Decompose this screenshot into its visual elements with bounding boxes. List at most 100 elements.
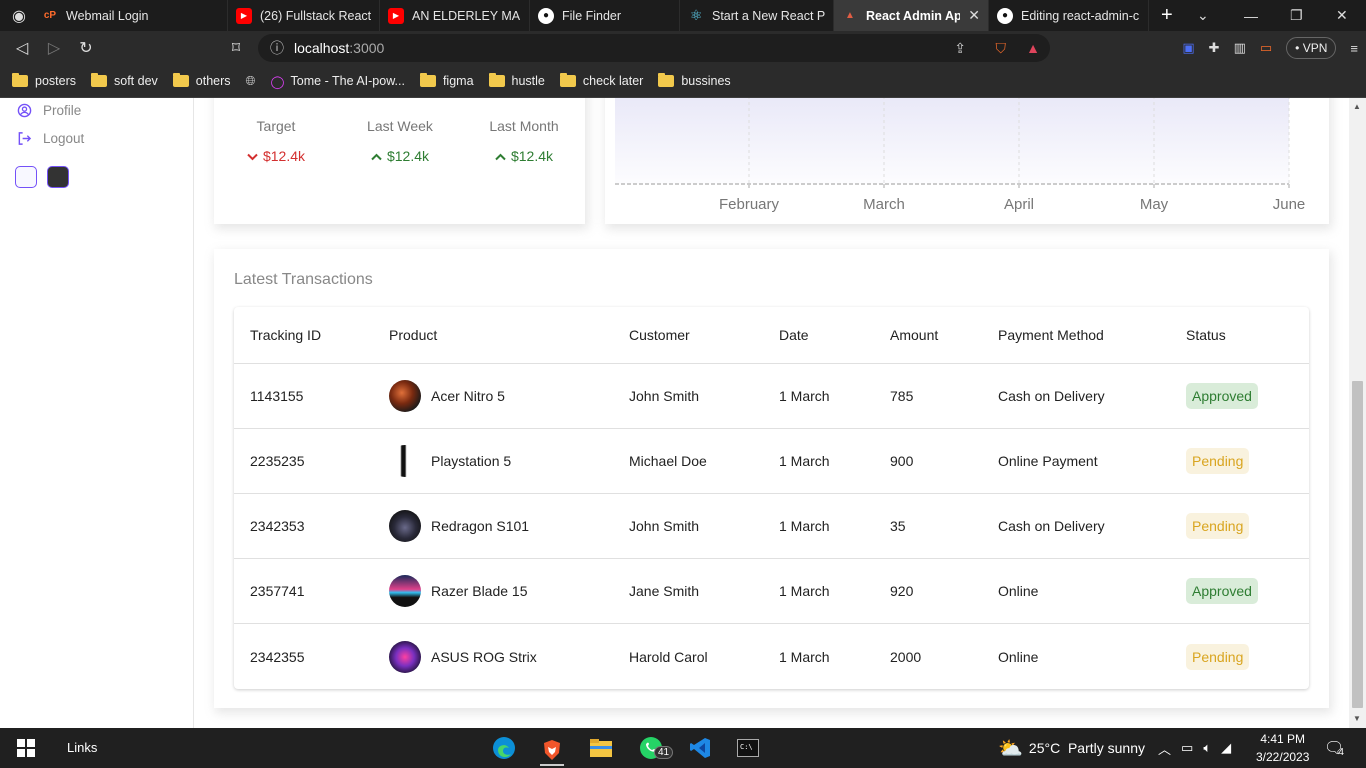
featured-card: Target $12.4k Last Week $12.4k Last Month $12… [214,98,585,224]
scroll-down-icon[interactable]: ▼ [1353,714,1361,723]
status-cell: Pending [1186,429,1250,493]
scroll-thumb[interactable] [1352,381,1363,708]
close-tab-icon[interactable]: ✕ [968,7,980,24]
bookmark-item[interactable]: posters [12,73,76,88]
summary-value: $12.4k [462,148,586,164]
volume-icon[interactable]: 🔈︎ [1203,740,1211,756]
extensions-icon[interactable]: ✚ [1209,40,1220,56]
terminal-icon[interactable]: C:\ [736,736,760,760]
summary-title: Last Month [489,118,559,134]
edge-icon[interactable] [492,736,516,760]
dark-theme-option[interactable] [47,166,69,188]
windows-start-icon[interactable] [14,736,38,760]
date-cell: 1 March [779,583,830,599]
product-name: Acer Nitro 5 [431,388,505,404]
summary-item: Last Month $12.4k [462,118,586,164]
browser-tab[interactable]: ● Editing react-admin-c [989,0,1149,31]
browser-tab[interactable]: ● File Finder [530,0,680,31]
clock[interactable]: 4:41 PM 3/22/2023 [1256,728,1309,768]
tab-label: Webmail Login [66,8,149,23]
bookmark-item[interactable]: 🌐︎ [246,74,256,89]
vscode-icon[interactable] [688,736,712,760]
summary-row: Target $12.4k Last Week $12.4k Last Month $12… [214,118,586,164]
show-hidden-icons-icon[interactable]: ︿ [1158,739,1171,758]
browser-tab[interactable]: cP Webmail Login [38,0,228,31]
product-name: Razer Blade 15 [431,583,528,599]
chevron-down-icon [247,148,258,164]
brave-menu-icon[interactable]: ◉ [0,2,38,30]
product-image [389,640,421,673]
product-cell: Acer Nitro 5 [389,364,505,428]
summary-amount: $12.4k [386,148,430,164]
bookmark-label: bussines [681,74,731,88]
site-info-icon[interactable]: ⓘ [270,38,284,58]
bookmark-item[interactable]: ◯ Tome - The AI-pow... [271,74,405,89]
sidebar-item-profile[interactable]: Profile [16,102,81,118]
status-badge: Approved [1186,578,1258,604]
sidebar-icon[interactable]: ▥ [1234,40,1246,56]
menu-icon[interactable]: ≡ [1350,41,1358,56]
react-icon: ⚛ [689,7,703,23]
summary-title: Target [256,118,296,134]
whatsapp-icon[interactable]: 41 [639,736,674,760]
globe-icon: 🌐︎ [245,73,256,88]
amount-cell: 920 [890,583,914,599]
sidebar-item-logout[interactable]: Logout [16,130,84,146]
tab-search-icon[interactable]: ⌄ [1197,0,1209,31]
bookmark-icon[interactable]: ⌑ [220,34,252,62]
bookmark-item[interactable]: hustle [488,73,545,88]
file-explorer-icon[interactable] [589,736,613,760]
reload-icon[interactable]: ↻ [70,34,102,62]
weather-widget[interactable]: ⛅ 25°C Partly sunny [998,728,1145,768]
bookmark-item[interactable]: figma [419,73,474,88]
restore-icon[interactable]: ❐ [1290,0,1303,31]
bookmark-item[interactable]: soft dev [91,73,158,88]
bookmark-label: soft dev [114,74,158,88]
links-toolbar[interactable]: Links [67,740,97,755]
brave-shields-icon[interactable]: ⛉ [996,40,1007,57]
new-tab-button[interactable]: + [1149,4,1185,27]
table-row[interactable]: 2342355 ASUS ROG Strix Harold Carol 1 March… [234,624,1309,689]
id-cell: 1143155 [250,388,304,404]
product-cell: ASUS ROG Strix [389,624,537,689]
address-bar[interactable]: ⓘ localhost:3000 ⇪ ⛉ ▲ [258,34,1050,62]
table-row[interactable]: 1143155 Acer Nitro 5 John Smith 1 March 785 C… [234,364,1309,429]
notification-center-icon[interactable]: 🗨︎ 4 [1324,728,1344,768]
tab-label: AN ELDERLEY MAN C [412,8,521,23]
leo-icon[interactable]: ▭ [1260,40,1272,56]
vpn-button[interactable]: • VPN [1286,37,1337,59]
weather-text: 25°C Partly sunny [1028,740,1146,756]
bookmark-item[interactable]: bussines [658,73,731,88]
wifi-icon[interactable]: ◢ [1221,740,1231,756]
browser-tab[interactable]: ⚛ Start a New React Pro [680,0,834,31]
customer-cell: Harold Carol [629,648,708,665]
page-scrollbar[interactable]: ▲ ▼ [1349,98,1366,728]
tab-label: Editing react-admin-c [1021,8,1140,23]
scroll-up-icon[interactable]: ▲ [1353,102,1361,111]
share-icon[interactable]: ⇪ [954,40,966,57]
method-cell: Cash on Delivery [998,388,1105,404]
amount-cell: 35 [890,518,906,534]
table-row[interactable]: 2357741 Razer Blade 15 Jane Smith 1 March 92… [234,559,1309,624]
back-icon[interactable]: ◁ [6,34,38,62]
light-theme-option[interactable] [15,166,37,188]
bookmark-item[interactable]: check later [559,73,643,88]
browser-tab[interactable]: ▶ (26) Fullstack React G [228,0,380,31]
forward-icon[interactable]: ▷ [38,34,70,62]
browser-tab[interactable]: ▲ React Admin App ✕ [834,0,989,31]
amount-cell: 2000 [890,648,922,665]
battery-icon[interactable]: ▭ [1181,740,1193,756]
table-row[interactable]: 2342353 Redragon S101 John Smith 1 March 35 C… [234,494,1309,559]
close-window-icon[interactable]: ✕ [1336,0,1348,31]
browser-tab[interactable]: ▶ AN ELDERLEY MAN C [380,0,530,31]
brave-taskbar-icon[interactable] [540,736,564,766]
table-row[interactable]: 2235235 Playstation 5 Michael Doe 1 March 90… [234,429,1309,494]
bookmark-label: Tome - The AI-pow... [290,74,405,88]
bookmark-item[interactable]: others [172,73,231,88]
brave-rewards-icon[interactable]: ▲ [1026,40,1040,56]
status-cell: Approved [1186,559,1258,623]
sidebar-item-label: Profile [43,102,82,118]
product-name: Redragon S101 [431,518,530,534]
minimize-icon[interactable]: — [1244,0,1258,31]
wallet-icon[interactable]: ▣ [1182,40,1194,56]
